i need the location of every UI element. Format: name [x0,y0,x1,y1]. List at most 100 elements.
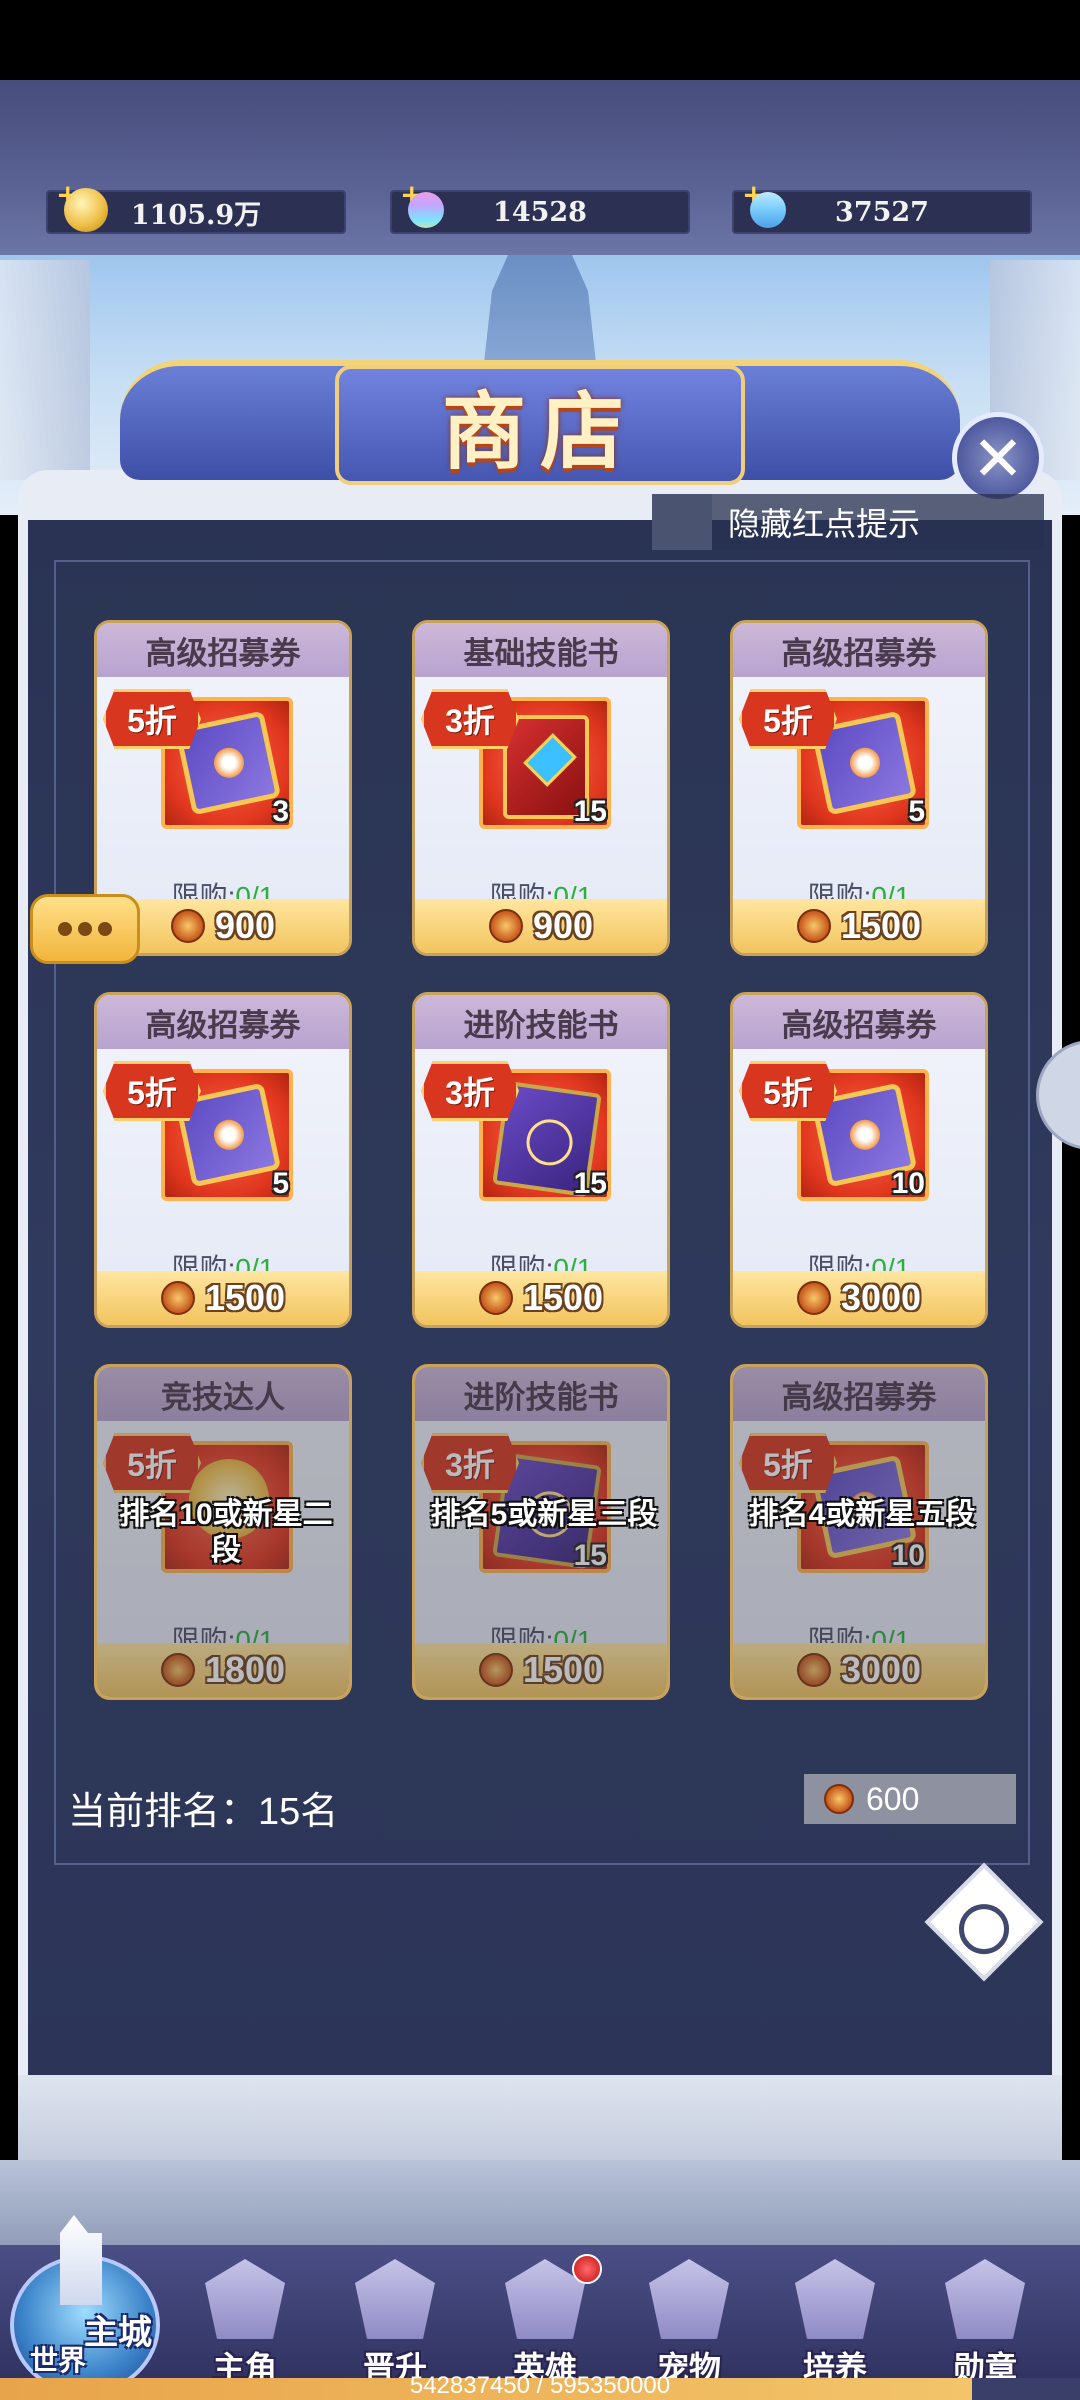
shop-item-card[interactable]: 高级招募券 10 5折 限购:0/1 3000 [730,992,988,1328]
item-name: 进阶技能书 [415,1367,667,1421]
red-dot-notification [572,2254,602,2284]
item-name: 高级招募券 [97,995,349,1049]
price-value: 1500 [522,1649,604,1690]
item-name: 高级招募券 [733,623,985,677]
price-value: 900 [532,905,594,946]
current-rank: 当前排名：15名 [68,1791,339,1833]
shop-item-card[interactable]: 进阶技能书 15 3折 限购:0/1 1500 [412,992,670,1328]
item-name: 基础技能书 [415,623,667,677]
discount-badge: 3折 [421,1433,519,1493]
close-button[interactable]: ✕ [952,412,1044,504]
limit-count: 0/1 [553,1625,593,1656]
stone-floor [0,2160,1080,2250]
arena-medal-icon [478,1653,513,1687]
item-quantity: 3 [272,795,289,828]
shop-item-card[interactable]: 基础技能书 15 3折 限购:0/1 900 [412,620,670,956]
shop-item-card[interactable]: 高级招募券 5 5折 限购:0/1 1500 [730,620,988,956]
arena-medal-icon [160,1281,195,1315]
item-quantity: 5 [908,795,925,828]
nav-tab-training[interactable]: 培养 [780,2255,890,2387]
medal-balance: 600 [804,1774,1016,1824]
limit-count: 0/1 [235,1625,275,1656]
game-screen: + 1105.9万 + 14528 + 37527 商店 ✕ 隐藏红点提示 高级… [0,0,1080,2400]
discount-badge: 3折 [421,689,519,749]
limit-label: 限购: [489,1625,554,1656]
gold-amount: 1105.9万 [130,199,262,231]
limit-count: 0/1 [871,1625,911,1656]
purchase-limit: 限购:0/1 [97,1619,349,1659]
shop-item-card[interactable]: 进阶技能书 15 3折 限购:0/1 1500 排名5或新星三段 [412,1364,670,1700]
item-quantity: 15 [573,1539,607,1572]
arena-medal-icon [160,1653,195,1687]
nav-tab-pets[interactable]: 宠物 [634,2255,744,2387]
purchase-limit: 限购:0/1 [415,1619,667,1659]
item-name: 竞技达人 [97,1367,349,1421]
shop-item-card[interactable]: 竞技达人 5折 限购:0/1 1800 排名10或新星二段 [94,1364,352,1700]
arena-medal-icon [824,1784,854,1814]
limit-label: 限购: [171,1625,236,1656]
unlock-condition: 排名4或新星五段 [748,1498,976,1531]
price-button[interactable]: 1500 [415,1643,667,1697]
nav-tab-promotion[interactable]: 晋升 [340,2255,450,2387]
price-button[interactable]: 1500 [733,899,985,953]
discount-badge: 3折 [421,1061,519,1121]
pet-icon [649,2259,729,2339]
arena-medal-icon [478,1281,513,1315]
price-value: 1800 [204,1649,286,1690]
price-button[interactable]: 1800 [97,1643,349,1697]
discount-badge: 5折 [739,1433,837,1493]
nav-tab-badges[interactable]: 勋章 [930,2255,1040,2387]
discount-badge: 5折 [103,689,201,749]
toggle-checkbox[interactable] [652,494,712,550]
item-quantity: 10 [891,1539,925,1572]
left-pillar [0,260,90,480]
arena-medal-icon [796,909,831,943]
discount-badge: 5折 [103,1433,201,1493]
price-value: 1500 [522,1277,604,1318]
gem-currency[interactable]: + 14528 [390,178,690,236]
medal-balance-value: 600 [866,1780,920,1817]
limit-label: 限购: [807,1625,872,1656]
main-city-label: 主城 [84,2313,152,2353]
price-value: 3000 [840,1649,922,1690]
item-name: 高级招募券 [733,1367,985,1421]
price-button[interactable]: 1500 [415,1271,667,1325]
price-button[interactable]: 900 [415,899,667,953]
hide-red-dot-label: 隐藏红点提示 [728,506,921,542]
hide-red-dot-toggle[interactable]: 隐藏红点提示 [652,494,1044,550]
protagonist-icon [205,2259,285,2339]
promotion-icon [355,2259,435,2339]
arena-medal-icon [170,909,205,943]
price-button[interactable]: 3000 [733,1271,985,1325]
price-button[interactable]: 1500 [97,1271,349,1325]
stone-ledge [18,2075,1062,2165]
item-name: 进阶技能书 [415,995,667,1049]
nav-tab-hero-main[interactable]: 主角 [190,2255,300,2387]
unlock-condition: 排名10或新星二段 [119,1498,333,1567]
price-button[interactable]: 3000 [733,1643,985,1697]
xp-text: 542837450 / 595350000 [409,2372,671,2399]
gold-coin-icon [64,188,108,232]
chat-bubble-button[interactable] [30,894,140,964]
shop-title-banner: 商店 [335,365,745,485]
main-city-button[interactable]: 主城 世界 [10,2215,160,2395]
arena-medal-icon [488,909,523,943]
price-value: 3000 [840,1277,922,1318]
gold-currency[interactable]: + 1105.9万 [46,178,346,234]
gem-amount: 14528 [493,196,587,228]
discount-badge: 5折 [739,1061,837,1121]
badge-icon [945,2259,1025,2339]
arena-medal-icon [796,1653,831,1687]
close-icon: ✕ [972,421,1024,495]
item-quantity: 15 [573,795,607,828]
diamond-amount: 37527 [835,196,929,228]
diamond-currency[interactable]: + 37527 [732,178,1032,236]
shop-item-card[interactable]: 高级招募券 10 5折 限购:0/1 3000 排名4或新星五段 [730,1364,988,1700]
item-quantity: 15 [573,1167,607,1200]
status-bar [0,0,1080,80]
dot [98,922,112,936]
unlock-condition: 排名5或新星三段 [430,1498,658,1531]
discount-badge: 5折 [103,1061,201,1121]
shop-item-card[interactable]: 高级招募券 5 5折 限购:0/1 1500 [94,992,352,1328]
item-quantity: 5 [272,1167,289,1200]
